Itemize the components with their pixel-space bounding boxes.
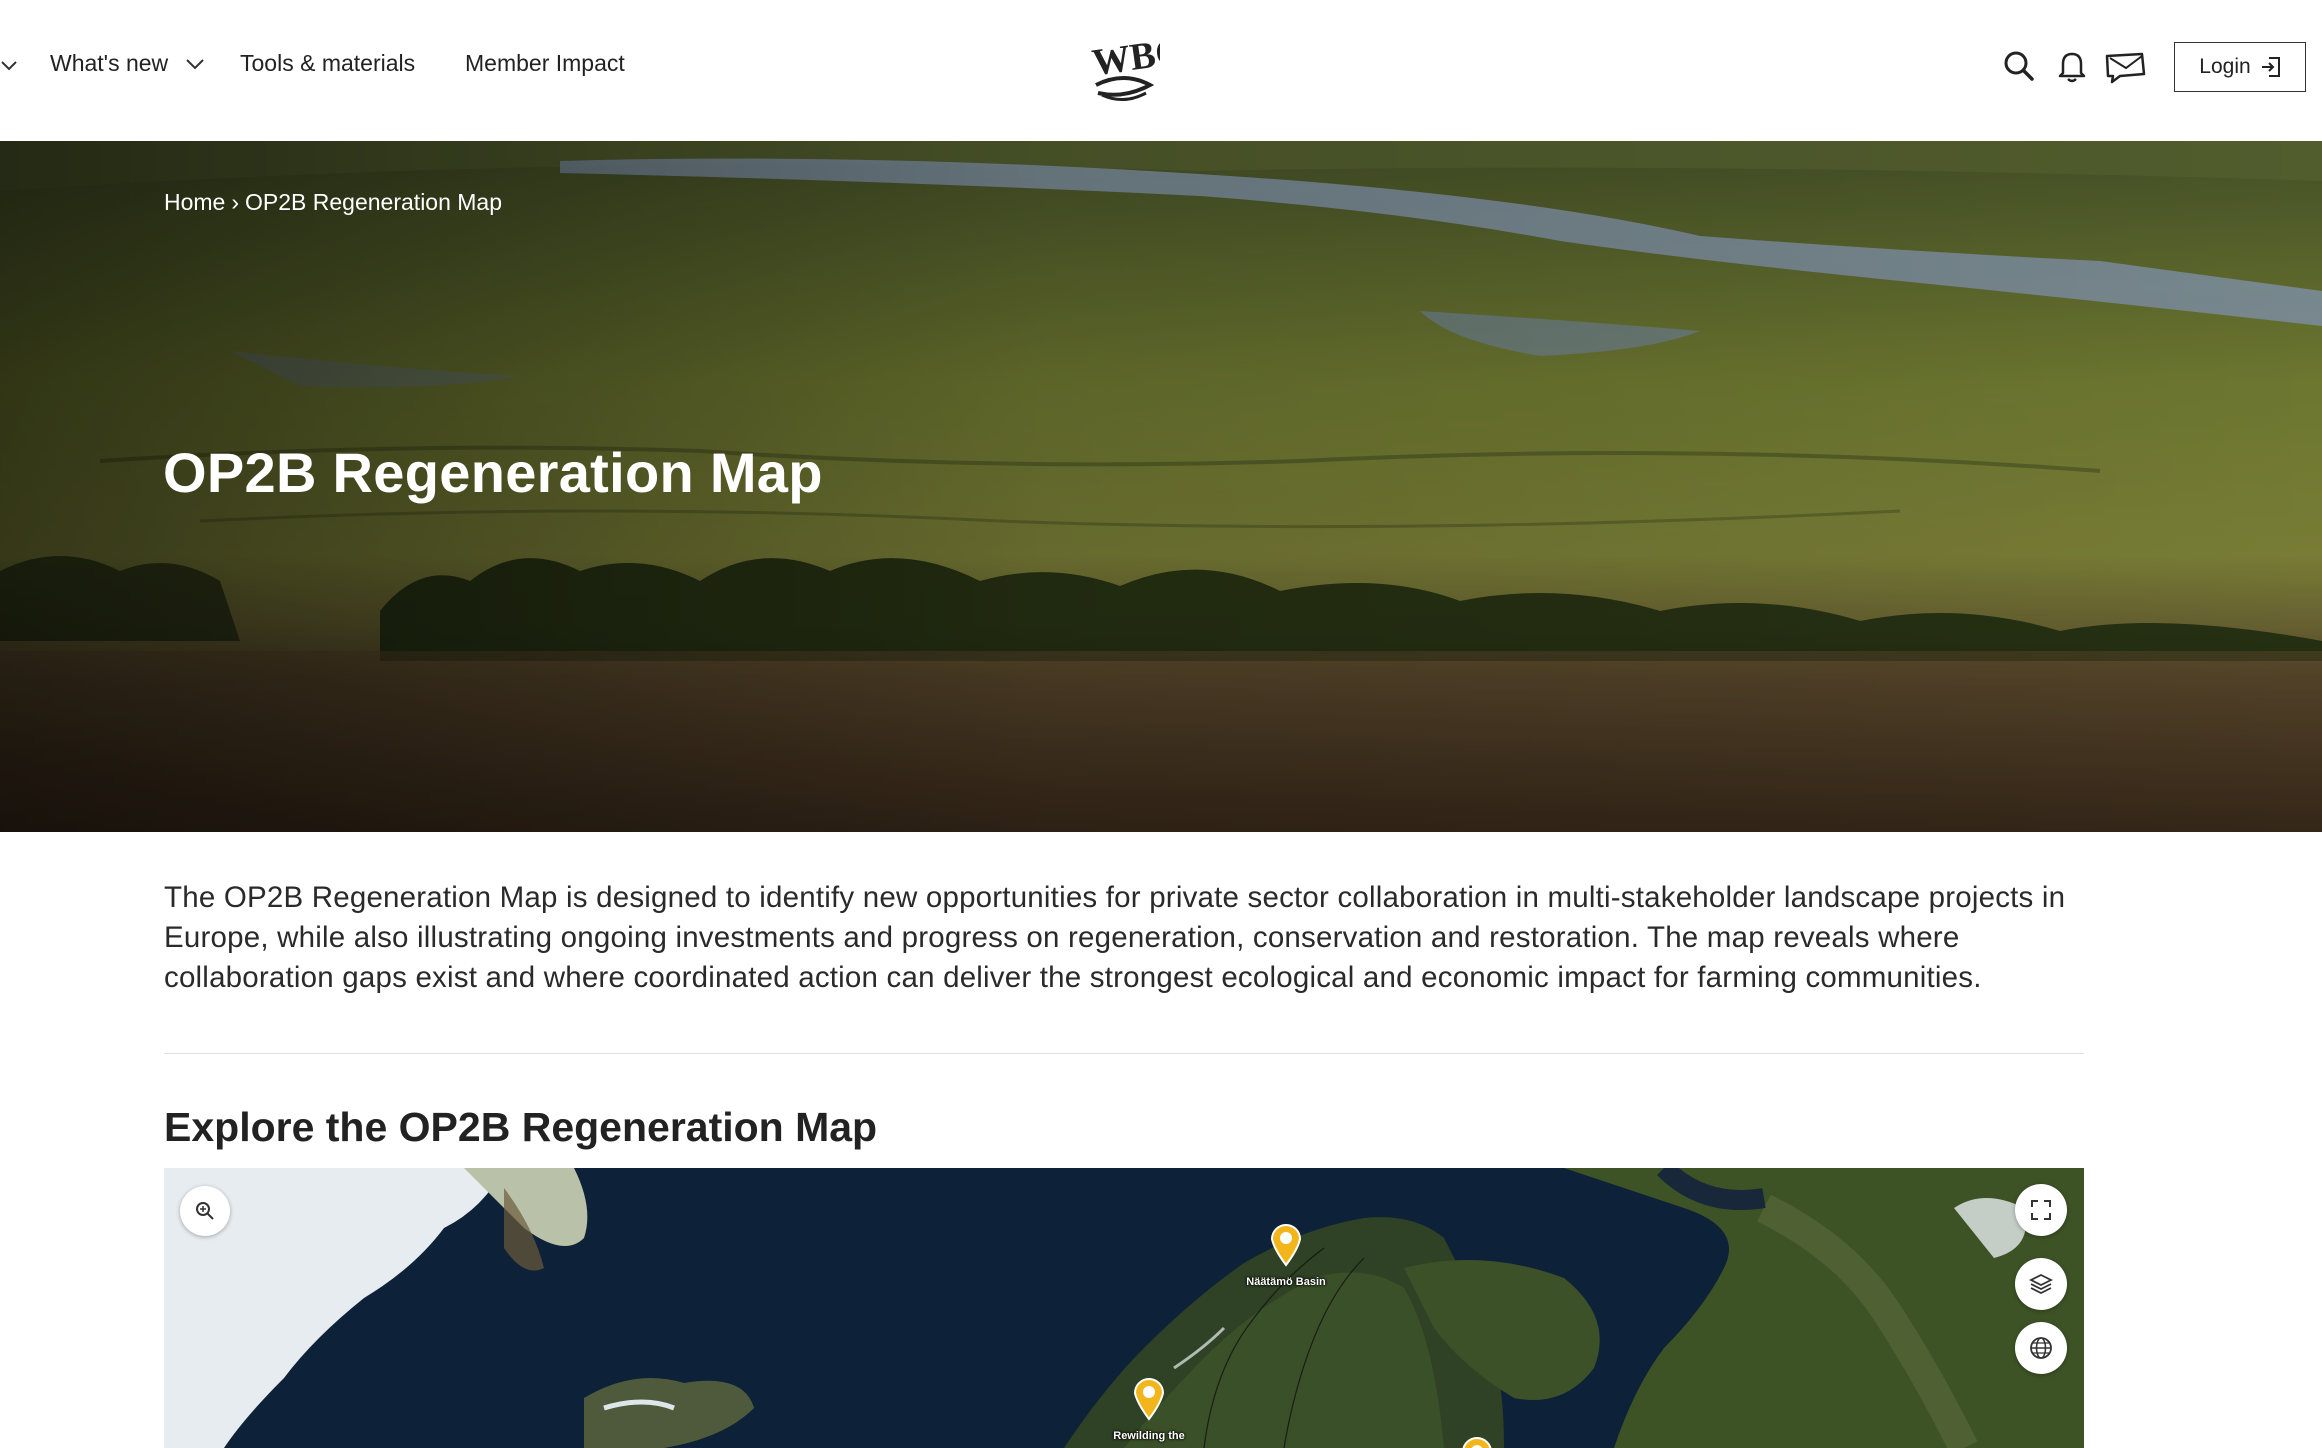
map-pin-icon[interactable] — [1459, 1434, 1495, 1448]
map-pin-icon[interactable] — [1268, 1221, 1304, 1267]
page-title: OP2B Regeneration Map — [163, 441, 823, 504]
map-pin-icon[interactable] — [1131, 1375, 1167, 1421]
breadcrumb: Home › OP2B Regeneration Map — [164, 189, 502, 216]
nav-member-impact[interactable]: Member Impact — [465, 50, 625, 77]
nav-whats-new-label: What's new — [50, 50, 169, 76]
chevron-down-icon[interactable] — [0, 56, 20, 76]
login-button[interactable]: Login — [2174, 42, 2306, 92]
login-icon — [2261, 57, 2280, 77]
breadcrumb-current: OP2B Regeneration Map — [245, 189, 503, 215]
nav-member-impact-label: Member Impact — [465, 50, 625, 76]
fullscreen-button[interactable] — [2015, 1184, 2067, 1236]
zoom-search-button[interactable] — [180, 1186, 230, 1236]
breadcrumb-separator: › — [231, 189, 240, 215]
site-header: What's new Tools & materials Member Impa… — [0, 0, 2322, 141]
bell-icon[interactable] — [2054, 48, 2090, 84]
map-pin-label: Näätämö Basin — [1246, 1276, 1326, 1288]
nav-whats-new[interactable]: What's new — [50, 50, 204, 77]
nav-tools-materials[interactable]: Tools & materials — [240, 50, 415, 77]
globe-button[interactable] — [2015, 1322, 2067, 1374]
chevron-down-icon — [186, 58, 204, 69]
regeneration-map[interactable]: Näätämö Basin Rewilding the — [164, 1168, 2084, 1448]
globe-icon — [2030, 1337, 2052, 1359]
fullscreen-icon — [2031, 1200, 2051, 1220]
section-divider — [164, 1053, 2084, 1054]
map-pin-label: Rewilding the — [1113, 1430, 1185, 1442]
wbc-logo[interactable]: WBC — [1088, 27, 1160, 105]
layers-button[interactable] — [2015, 1258, 2067, 1310]
hero-banner: Home › OP2B Regeneration Map OP2B Regene… — [0, 141, 2322, 832]
login-label: Login — [2199, 55, 2251, 78]
intro-paragraph: The OP2B Regeneration Map is designed to… — [164, 881, 2066, 994]
map-section-title: Explore the OP2B Regeneration Map — [164, 1104, 878, 1150]
satellite-map-tiles — [164, 1168, 2084, 1448]
zoom-search-icon — [196, 1202, 214, 1220]
breadcrumb-home-link[interactable]: Home — [164, 189, 225, 216]
search-icon[interactable] — [2001, 48, 2037, 84]
nav-tools-materials-label: Tools & materials — [240, 50, 416, 76]
layers-icon — [2029, 1273, 2053, 1295]
chat-icon[interactable] — [2104, 48, 2148, 84]
